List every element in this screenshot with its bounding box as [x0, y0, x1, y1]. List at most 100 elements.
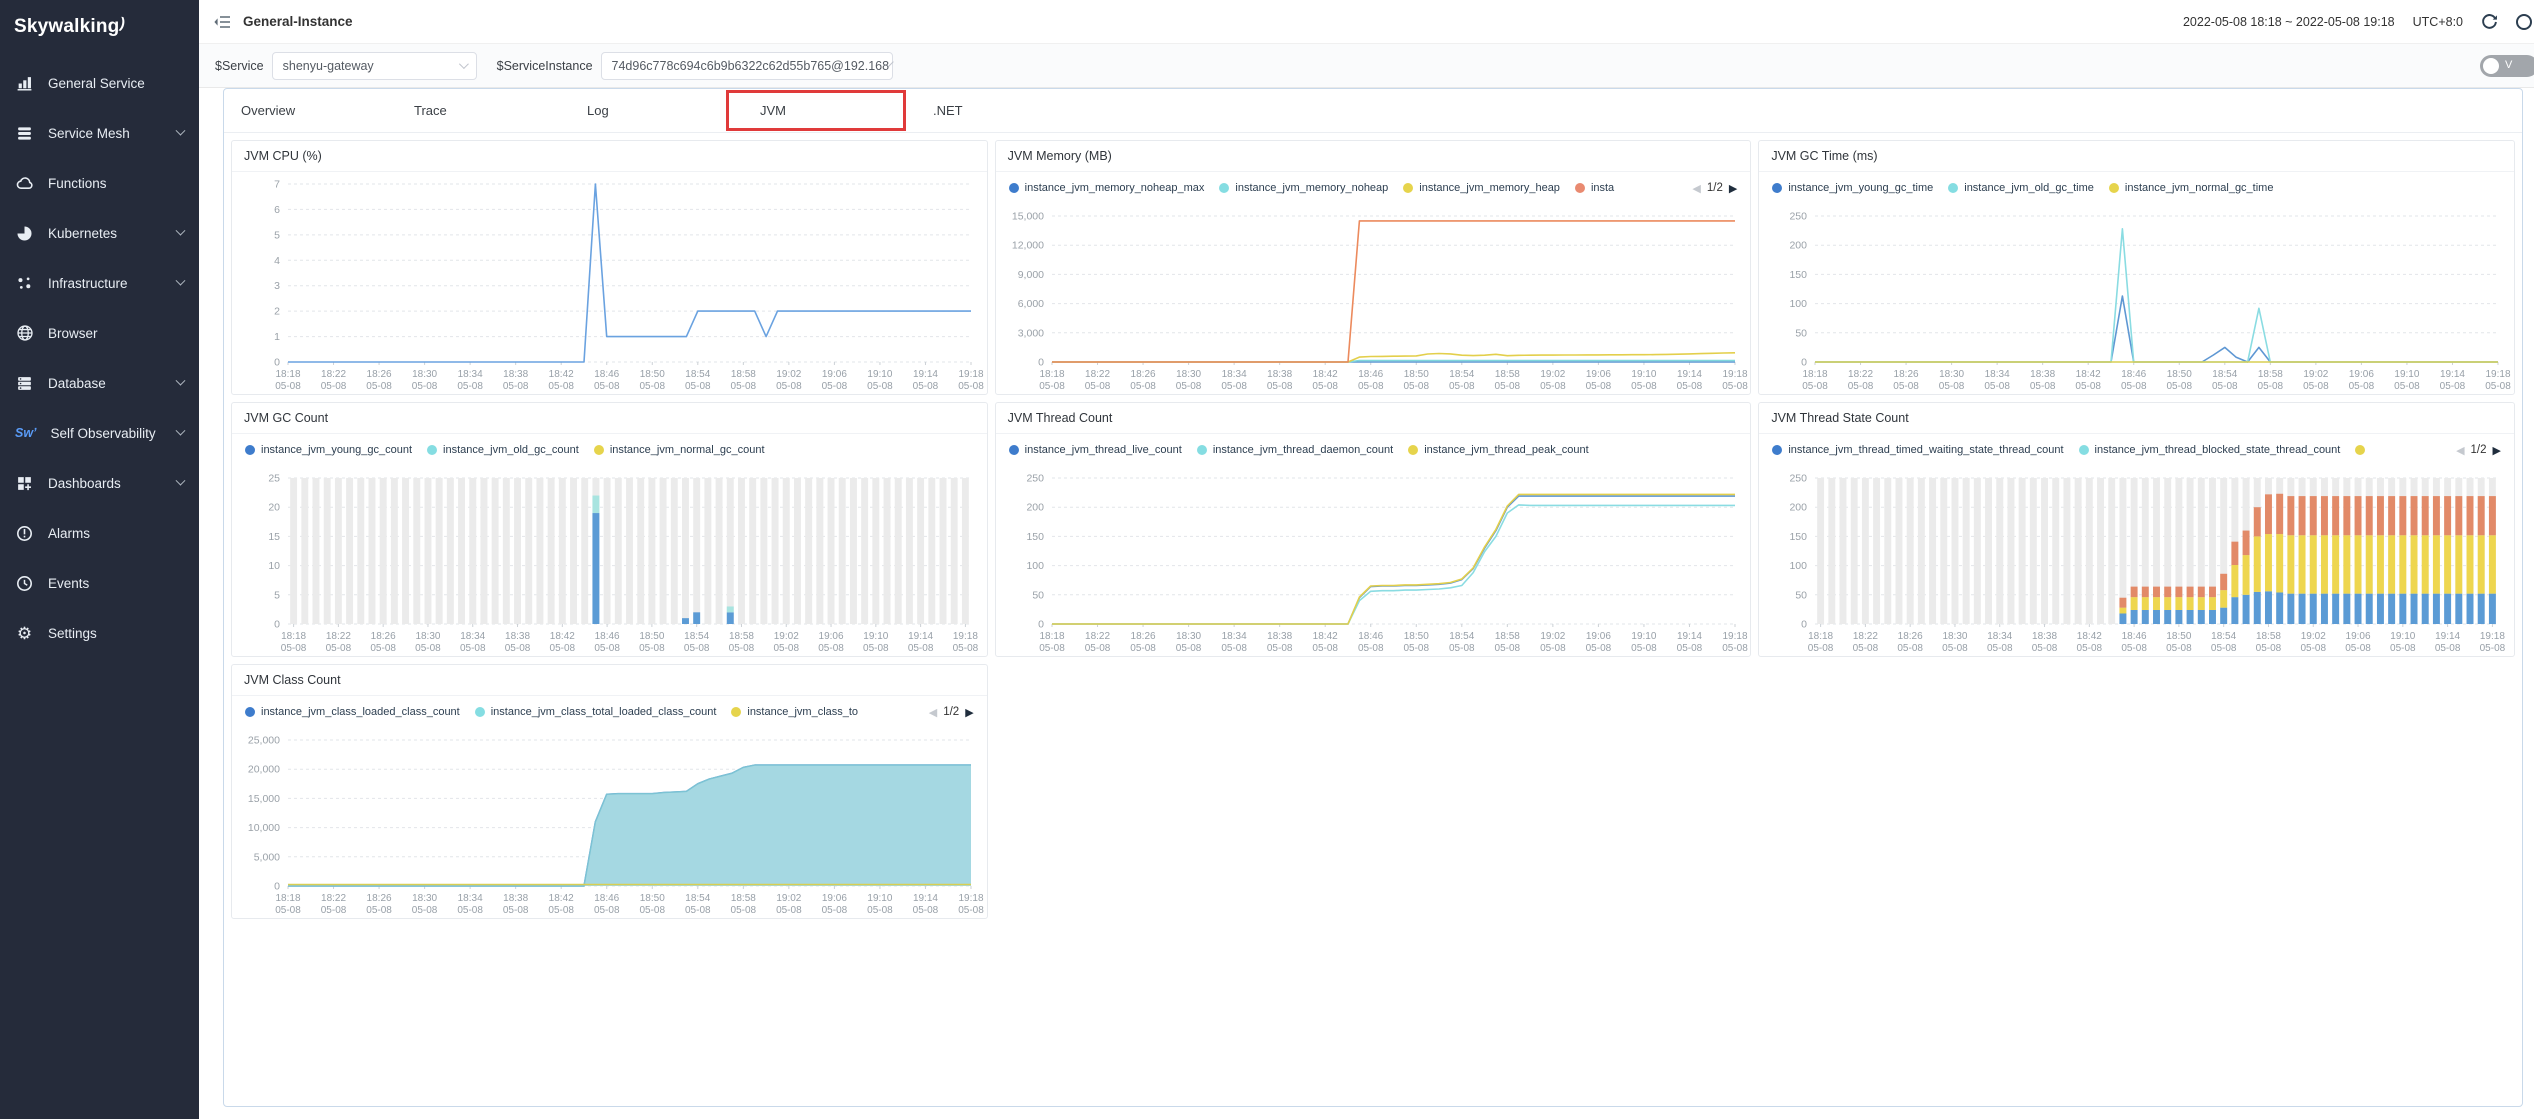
sidebar-item-self-observability[interactable]: SwʼSelf Observability — [0, 408, 199, 458]
svg-text:18:46: 18:46 — [594, 369, 619, 380]
svg-text:250: 250 — [1790, 473, 1808, 485]
collapse-sidebar-icon[interactable] — [213, 15, 231, 29]
legend-item-instance-jvm-thread-blocked-state-thread-count[interactable]: instance_jvm_thread_blocked_state_thread… — [2079, 444, 2341, 456]
sidebar-item-alarms[interactable]: Alarms — [0, 508, 199, 558]
svg-text:18:54: 18:54 — [685, 893, 710, 904]
svg-text:18:30: 18:30 — [1939, 369, 1964, 380]
svg-text:19:02: 19:02 — [1540, 631, 1565, 642]
svg-text:18:30: 18:30 — [412, 893, 437, 904]
refresh-icon[interactable] — [2481, 13, 2498, 30]
svg-text:05-08: 05-08 — [639, 643, 665, 654]
legend-label: instance_jvm_normal_gc_count — [610, 444, 765, 456]
sidebar-item-settings[interactable]: ⚙Settings — [0, 608, 199, 658]
legend-item-instance-jvm-class-total-loaded-class-count[interactable]: instance_jvm_class_total_loaded_class_co… — [475, 706, 717, 718]
legend-item-insta[interactable]: insta — [1575, 182, 1614, 194]
pager-next-icon[interactable]: ▶ — [965, 706, 973, 719]
legend-item-instance-jvm-old-gc-count[interactable]: instance_jvm_old_gc_count — [427, 444, 579, 456]
svg-text:05-08: 05-08 — [913, 905, 939, 916]
tab-log[interactable]: Log — [570, 89, 743, 132]
pager-prev-icon[interactable]: ◀ — [2456, 444, 2464, 457]
sidebar-item-service-mesh[interactable]: Service Mesh — [0, 108, 199, 158]
sidebar-item-dashboards[interactable]: Dashboards — [0, 458, 199, 508]
svg-text:19:06: 19:06 — [2346, 631, 2371, 642]
svg-text:05-08: 05-08 — [729, 643, 755, 654]
pager-prev-icon[interactable]: ◀ — [1692, 182, 1700, 195]
sidebar-item-browser[interactable]: Browser — [0, 308, 199, 358]
legend-item-instance-jvm-normal-gc-time[interactable]: instance_jvm_normal_gc_time — [2109, 182, 2274, 194]
svg-text:19:02: 19:02 — [2301, 631, 2326, 642]
sidebar-item-database[interactable]: Database — [0, 358, 199, 408]
svg-text:05-08: 05-08 — [1449, 643, 1475, 654]
legend-item-instance-jvm-memory-noheap[interactable]: instance_jvm_memory_noheap — [1219, 182, 1388, 194]
legend-label: instance_jvm_young_gc_count — [261, 444, 412, 456]
svg-text:12,000: 12,000 — [1012, 240, 1044, 252]
pager-next-icon[interactable]: ▶ — [2493, 444, 2501, 457]
legend-dot-icon — [475, 707, 485, 717]
svg-text:05-08: 05-08 — [366, 381, 392, 392]
legend-dot-icon — [2355, 445, 2365, 455]
service-dropdown[interactable]: shenyu-gateway — [272, 52, 477, 80]
svg-text:05-08: 05-08 — [776, 905, 802, 916]
legend-label: instance_jvm_memory_noheap — [1235, 182, 1388, 194]
edit-mode-toggle[interactable]: V — [2480, 55, 2534, 77]
tab-trace[interactable]: Trace — [397, 89, 570, 132]
tab-jvm[interactable]: JVM — [743, 89, 916, 132]
legend-item-instance-jvm-normal-gc-count[interactable]: instance_jvm_normal_gc_count — [594, 444, 765, 456]
tab-overview[interactable]: Overview — [224, 89, 397, 132]
legend-label: instance_jvm_thread_peak_count — [1424, 444, 1589, 456]
svg-text:05-08: 05-08 — [1494, 643, 1520, 654]
chart-legend: instance_jvm_young_gc_time instance_jvm_o… — [1759, 172, 2514, 204]
svg-text:05-08: 05-08 — [685, 905, 711, 916]
legend-item-instance-jvm-class-to[interactable]: instance_jvm_class_to — [731, 706, 858, 718]
legend-item-instance-jvm-young-gc-count[interactable]: instance_jvm_young_gc_count — [245, 444, 412, 456]
legend-label: instance_jvm_thread_daemon_count — [1213, 444, 1393, 456]
legend-item-instance-jvm-class-loaded-class-count[interactable]: instance_jvm_class_loaded_class_count — [245, 706, 460, 718]
sidebar-item-events[interactable]: Events — [0, 558, 199, 608]
svg-text:05-08: 05-08 — [1848, 381, 1874, 392]
sidebar-item-functions[interactable]: Functions — [0, 158, 199, 208]
sidebar-item-label: Self Observability — [51, 426, 156, 441]
legend-item-instance-jvm-memory-heap[interactable]: instance_jvm_memory_heap — [1403, 182, 1560, 194]
clipped-edge-icon[interactable] — [2516, 14, 2532, 30]
svg-text:150: 150 — [1026, 531, 1044, 543]
chart-legend: instance_jvm_thread_live_count instance_j… — [996, 434, 1751, 466]
svg-text:05-08: 05-08 — [1221, 381, 1247, 392]
svg-text:05-08: 05-08 — [415, 643, 441, 654]
pager-prev-icon[interactable]: ◀ — [929, 706, 937, 719]
legend-item-instance-jvm-old-gc-time[interactable]: instance_jvm_old_gc_time — [1948, 182, 2094, 194]
legend-item-instance-jvm-memory-noheap-max[interactable]: instance_jvm_memory_noheap_max — [1009, 182, 1205, 194]
sidebar-item-general-service[interactable]: General Service — [0, 58, 199, 108]
legend-item-instance-jvm-thread-peak-count[interactable]: instance_jvm_thread_peak_count — [1408, 444, 1589, 456]
svg-text:18:54: 18:54 — [2211, 631, 2236, 642]
svg-text:05-08: 05-08 — [818, 643, 844, 654]
svg-text:250: 250 — [1790, 211, 1808, 223]
legend-item-instance-jvm-thread-live-count[interactable]: instance_jvm_thread_live_count — [1009, 444, 1182, 456]
legend-dot-icon — [427, 445, 437, 455]
pager-next-icon[interactable]: ▶ — [1729, 182, 1737, 195]
legend-item-instance-jvm-thread-daemon-count[interactable]: instance_jvm_thread_daemon_count — [1197, 444, 1393, 456]
svg-text:05-08: 05-08 — [685, 381, 711, 392]
chart-title: JVM Thread Count — [996, 403, 1751, 434]
legend-item-instance-jvm-thread-timed-waiting-state-thread-count[interactable]: instance_jvm_thread_timed_waiting_state_… — [1772, 444, 2063, 456]
chart-card-jvm-gc-time-ms: JVM GC Time (ms)instance_jvm_young_gc_ti… — [1758, 140, 2515, 395]
svg-text:19:02: 19:02 — [2304, 369, 2329, 380]
tab-net[interactable]: .NET — [916, 89, 1089, 132]
legend-item-instance-jvm-young-gc-time[interactable]: instance_jvm_young_gc_time — [1772, 182, 1933, 194]
svg-text:05-08: 05-08 — [1722, 643, 1748, 654]
svg-text:18:34: 18:34 — [458, 369, 483, 380]
time-range-picker[interactable]: 2022-05-08 18:18 ~ 2022-05-08 19:18 — [2183, 15, 2395, 29]
legend-item-series[interactable] — [2355, 445, 2371, 455]
chart-legend: instance_jvm_young_gc_count instance_jvm_… — [232, 434, 987, 466]
svg-text:18:18: 18:18 — [1803, 369, 1828, 380]
sidebar-item-infrastructure[interactable]: Infrastructure — [0, 258, 199, 308]
instance-dropdown[interactable]: 74d96c778c694c6b9b6322c62d55b765@192.168 — [601, 52, 893, 80]
svg-text:250: 250 — [1026, 473, 1044, 485]
svg-text:05-08: 05-08 — [822, 381, 848, 392]
svg-text:05-08: 05-08 — [2486, 381, 2512, 392]
svg-text:05-08: 05-08 — [1449, 381, 1475, 392]
svg-text:05-08: 05-08 — [1130, 643, 1156, 654]
chart-title: JVM GC Count — [232, 403, 987, 434]
svg-text:18:18: 18:18 — [275, 369, 300, 380]
svg-text:05-08: 05-08 — [1312, 643, 1338, 654]
sidebar-item-kubernetes[interactable]: Kubernetes — [0, 208, 199, 258]
